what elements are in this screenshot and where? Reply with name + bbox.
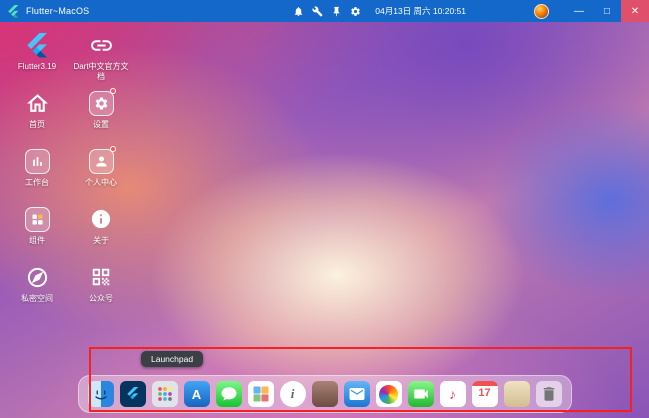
qr-code-icon bbox=[87, 263, 115, 291]
app-window: Flutter~MacOS 04月13日 周六 10:20:51 — □ ✕ F… bbox=[0, 0, 649, 418]
dock-item-contacts-icon[interactable] bbox=[311, 381, 338, 407]
dock: A i ♪ 17 bbox=[77, 375, 572, 413]
notification-badge bbox=[110, 88, 116, 94]
dock-item-screens-grid-icon[interactable] bbox=[247, 381, 274, 407]
calendar-day: 17 bbox=[478, 387, 491, 399]
bar-chart-icon bbox=[24, 148, 50, 174]
tools-wrench-icon[interactable] bbox=[308, 0, 327, 22]
desktop-icon-about[interactable]: 关于 bbox=[70, 205, 132, 263]
desktop-icon-label: Flutter3.19 bbox=[17, 62, 57, 71]
flutter-logo-icon bbox=[7, 4, 20, 18]
desktop-icon-grid: Flutter3.19 Dart中文官方文档 首页 设置 工作台 个人中心 组件… bbox=[6, 31, 132, 321]
photos-pinwheel-icon bbox=[379, 384, 398, 404]
desktop-icon-label: 工作台 bbox=[25, 178, 49, 187]
bar-chart-tile-icon bbox=[23, 147, 51, 175]
window-title: Flutter~MacOS bbox=[26, 6, 90, 16]
datetime-text: 04月13日 周六 10:20:51 bbox=[375, 6, 466, 16]
desktop-icon-label: 关于 bbox=[93, 236, 109, 245]
widgets-tile-icon bbox=[23, 205, 51, 233]
desktop-icon-widgets[interactable]: 组件 bbox=[6, 205, 68, 263]
widgets-grid-icon bbox=[24, 206, 50, 232]
settings-tile-icon bbox=[87, 88, 116, 117]
titlebar-right: 04月13日 周六 10:20:51 — □ ✕ bbox=[289, 0, 649, 22]
desktop-icon-label: 公众号 bbox=[89, 294, 113, 303]
link-icon bbox=[87, 31, 115, 59]
maximize-button[interactable]: □ bbox=[593, 0, 621, 22]
desktop-icon-home[interactable]: 首页 bbox=[6, 89, 68, 147]
titlebar: Flutter~MacOS 04月13日 周六 10:20:51 — □ ✕ bbox=[0, 0, 649, 22]
desktop-icon-workbench[interactable]: 工作台 bbox=[6, 147, 68, 205]
dock-item-facetime-icon[interactable] bbox=[407, 381, 434, 407]
dock-item-mail-icon[interactable] bbox=[343, 381, 370, 407]
notification-badge bbox=[110, 146, 116, 152]
dock-item-launchpad-icon[interactable] bbox=[151, 381, 178, 407]
desktop-icon-settings[interactable]: 设置 bbox=[70, 88, 132, 147]
dock-item-trash-icon[interactable] bbox=[535, 381, 562, 407]
dock-item-flutter-icon[interactable] bbox=[119, 381, 146, 407]
desktop-icon-label: 设置 bbox=[93, 120, 109, 129]
info-letter: i bbox=[290, 386, 295, 401]
dock-item-photos-icon[interactable] bbox=[375, 381, 402, 407]
desktop-icon-official-account[interactable]: 公众号 bbox=[70, 263, 132, 321]
desktop-icon-private-space[interactable]: 私密空间 bbox=[6, 263, 68, 321]
user-avatar[interactable] bbox=[534, 3, 549, 19]
desktop-icon-label: Dart中文官方文档 bbox=[73, 62, 129, 82]
dock-item-messages-icon[interactable] bbox=[215, 381, 242, 407]
compass-icon bbox=[23, 263, 51, 291]
person-icon bbox=[88, 148, 114, 174]
dock-item-music-icon[interactable]: ♪ bbox=[439, 381, 466, 407]
dock-item-notes-icon[interactable] bbox=[503, 381, 530, 407]
minimize-button[interactable]: — bbox=[565, 0, 593, 22]
dock-item-finder-icon[interactable] bbox=[87, 381, 114, 407]
gear-icon bbox=[88, 90, 114, 116]
dock-item-info-icon[interactable]: i bbox=[279, 381, 306, 407]
info-circle-icon bbox=[87, 205, 115, 233]
pin-icon[interactable] bbox=[327, 0, 346, 22]
home-icon bbox=[23, 89, 51, 117]
close-button[interactable]: ✕ bbox=[621, 0, 649, 22]
notifications-bell-icon[interactable] bbox=[289, 0, 308, 22]
desktop-icon-label: 个人中心 bbox=[85, 178, 117, 187]
dock-item-calendar-icon[interactable]: 17 bbox=[471, 381, 498, 407]
desktop-icon-label: 组件 bbox=[29, 236, 45, 245]
dock-tooltip: Launchpad bbox=[141, 351, 204, 367]
appstore-letter: A bbox=[191, 386, 202, 402]
desktop-icon-flutter319[interactable]: Flutter3.19 bbox=[6, 31, 68, 89]
person-tile-icon bbox=[87, 146, 116, 175]
flutter-logo-icon bbox=[23, 31, 51, 59]
desktop-icon-profile[interactable]: 个人中心 bbox=[70, 146, 132, 205]
desktop-icon-label: 首页 bbox=[29, 120, 45, 129]
settings-gear-icon[interactable] bbox=[346, 0, 365, 22]
desktop-icon-dart-docs[interactable]: Dart中文官方文档 bbox=[70, 31, 132, 89]
desktop-wallpaper: Flutter3.19 Dart中文官方文档 首页 设置 工作台 个人中心 组件… bbox=[0, 22, 649, 418]
music-note-glyph: ♪ bbox=[449, 386, 456, 402]
dock-item-appstore-icon[interactable]: A bbox=[183, 381, 210, 407]
desktop-icon-label: 私密空间 bbox=[21, 294, 53, 303]
